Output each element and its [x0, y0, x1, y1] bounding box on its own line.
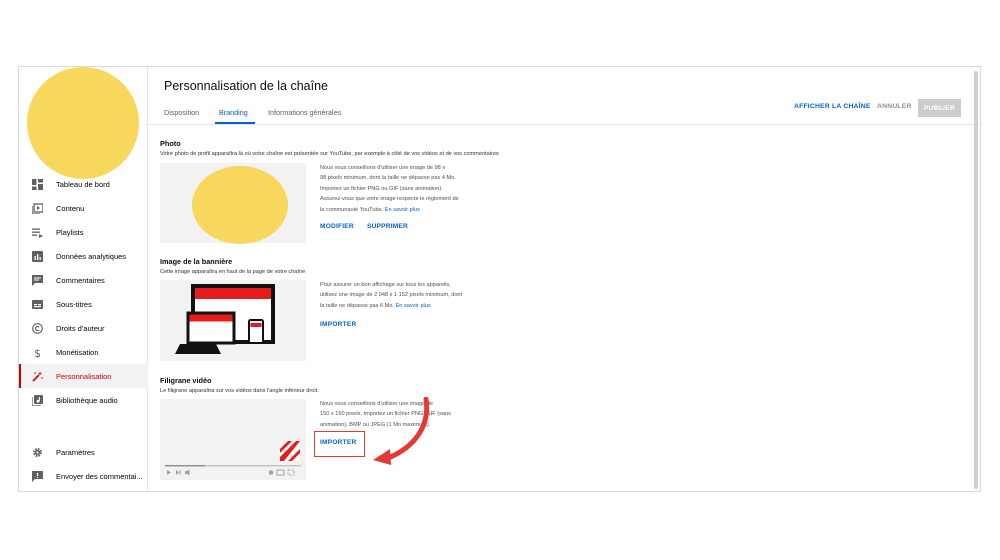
photo-guidelines: Nous vous conseillons d'utiliser une ima… — [320, 165, 459, 213]
sidebar-item-analytics[interactable]: Données analytiques — [19, 244, 148, 268]
sidebar-item-feedback[interactable]: Envoyer des commentai... — [19, 464, 148, 488]
sidebar-item-playlists[interactable]: Playlists — [19, 220, 148, 244]
sidebar-item-monetization[interactable]: $ Monétisation — [19, 340, 148, 364]
feedback-icon — [30, 469, 44, 483]
banner-section-description: Cette image apparaîtra en haut de la pag… — [160, 269, 306, 275]
channel-avatar[interactable] — [27, 67, 139, 179]
annotation-highlight-box — [314, 431, 365, 457]
scrollbar[interactable] — [974, 71, 978, 489]
sidebar-item-label: Bibliothèque audio — [56, 395, 118, 405]
tab-layout[interactable]: Disposition — [164, 108, 199, 117]
sidebar-item-audio-library[interactable]: Bibliothèque audio — [19, 388, 148, 412]
watermark-video-preview — [160, 399, 306, 480]
import-banner-button[interactable]: IMPORTER — [320, 321, 356, 328]
modify-photo-button[interactable]: MODIFIER — [320, 223, 354, 230]
profile-photo-preview — [160, 163, 306, 244]
publish-button[interactable]: PUBLIER — [918, 99, 961, 117]
learn-more-link[interactable]: En savoir plus — [396, 303, 431, 309]
photo-section-description: Votre photo de profil apparaîtra là où v… — [160, 151, 499, 157]
sidebar-item-comments[interactable]: Commentaires — [19, 268, 148, 292]
sidebar-item-label: Contenu — [56, 203, 85, 213]
sidebar-item-label: Monétisation — [56, 347, 99, 357]
gear-icon — [30, 445, 44, 459]
cancel-button[interactable]: ANNULER — [877, 103, 912, 110]
sidebar-item-label: Playlists — [56, 227, 84, 237]
sidebar-item-dashboard[interactable]: Tableau de bord — [19, 172, 148, 196]
annotation-arrow — [373, 397, 430, 465]
playlist-icon — [30, 225, 44, 239]
audio-library-icon — [30, 393, 44, 407]
delete-photo-button[interactable]: SUPPRIMER — [367, 223, 408, 230]
sidebar-item-content[interactable]: Contenu — [19, 196, 148, 220]
sidebar: Tableau de bord Contenu Playlists Donnée… — [19, 67, 148, 491]
sidebar-item-label: Paramètres — [56, 447, 95, 457]
learn-more-link[interactable]: En savoir plus — [385, 207, 420, 213]
profile-photo-circle — [192, 166, 288, 244]
studio-window: Tableau de bord Contenu Playlists Donnée… — [18, 66, 981, 492]
tab-basic-info[interactable]: Informations générales — [268, 108, 341, 117]
sidebar-item-subtitles[interactable]: Sous-titres — [19, 292, 148, 316]
dollar-icon: $ — [30, 345, 44, 359]
tab-branding[interactable]: Branding — [219, 108, 248, 117]
sidebar-item-label: Personnalisation — [56, 371, 112, 381]
sidebar-item-label: Tableau de bord — [56, 179, 110, 189]
sidebar-item-label: Droits d'auteur — [56, 323, 105, 333]
comments-icon — [30, 273, 44, 287]
svg-text:$: $ — [34, 347, 41, 358]
sidebar-item-label: Données analytiques — [56, 251, 127, 261]
view-channel-button[interactable]: AFFICHER LA CHAÎNE — [794, 103, 871, 110]
video-player-mock — [165, 441, 301, 476]
sidebar-item-customization[interactable]: Personnalisation — [19, 364, 148, 388]
header-divider — [148, 124, 981, 125]
subtitles-icon — [30, 297, 44, 311]
page-title: Personnalisation de la chaîne — [164, 79, 329, 93]
watermark-section-description: Le filigrane apparaîtra sur vos vidéos d… — [160, 388, 319, 394]
banner-guidelines: Pour assurer un bon affichage sur tous l… — [320, 282, 463, 309]
dashboard-icon — [30, 177, 44, 191]
sidebar-item-label: Sous-titres — [56, 299, 92, 309]
content-icon — [30, 201, 44, 215]
watermark-section-title: Filigrane vidéo — [160, 376, 212, 385]
analytics-icon — [30, 249, 44, 263]
devices-illustration — [175, 284, 275, 354]
photo-section-title: Photo — [160, 139, 181, 148]
banner-section-title: Image de la bannière — [160, 257, 233, 266]
banner-preview — [160, 280, 306, 361]
sidebar-item-label: Commentaires — [56, 275, 105, 285]
watermark-stripes-icon — [280, 441, 300, 461]
magic-wand-icon — [30, 369, 44, 383]
copyright-icon — [30, 321, 44, 335]
sidebar-item-copyright[interactable]: Droits d'auteur — [19, 316, 148, 340]
sidebar-item-settings[interactable]: Paramètres — [19, 440, 148, 464]
sidebar-item-label: Envoyer des commentai... — [56, 471, 143, 481]
